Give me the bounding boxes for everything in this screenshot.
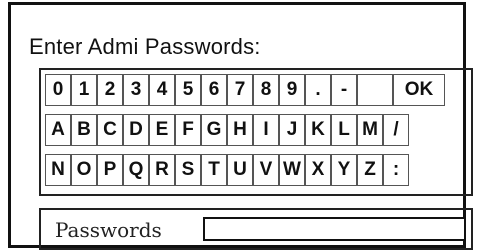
key-n[interactable]: N	[45, 154, 71, 186]
key-4[interactable]: 4	[149, 74, 175, 106]
password-row: Passwords	[39, 208, 473, 250]
key-blank	[357, 74, 393, 106]
key-j[interactable]: J	[279, 114, 305, 146]
key-x[interactable]: X	[305, 154, 331, 186]
key-f[interactable]: F	[175, 114, 201, 146]
key-2[interactable]: 2	[97, 74, 123, 106]
ok-button[interactable]: OK	[393, 74, 445, 106]
key-c[interactable]: C	[97, 114, 123, 146]
key-m[interactable]: M	[357, 114, 383, 146]
key-e[interactable]: E	[149, 114, 175, 146]
key-u[interactable]: U	[227, 154, 253, 186]
key-5[interactable]: 5	[175, 74, 201, 106]
key-dot[interactable]: .	[305, 74, 331, 106]
key-8[interactable]: 8	[253, 74, 279, 106]
key-i[interactable]: I	[253, 114, 279, 146]
key-h[interactable]: H	[227, 114, 253, 146]
key-g[interactable]: G	[201, 114, 227, 146]
key-z[interactable]: Z	[357, 154, 383, 186]
key-p[interactable]: P	[97, 154, 123, 186]
key-k[interactable]: K	[305, 114, 331, 146]
key-l[interactable]: L	[331, 114, 357, 146]
key-v[interactable]: V	[253, 154, 279, 186]
key-colon[interactable]: :	[383, 154, 409, 186]
key-d[interactable]: D	[123, 114, 149, 146]
key-0[interactable]: 0	[45, 74, 71, 106]
key-y[interactable]: Y	[331, 154, 357, 186]
password-dialog: Enter Admi Passwords: 0 1 2 3 4 5 6 7 8 …	[8, 2, 473, 250]
keypad: 0 1 2 3 4 5 6 7 8 9 . - OK A B C D E F G…	[39, 68, 473, 196]
password-label: Passwords	[55, 218, 162, 242]
key-slash[interactable]: /	[383, 114, 409, 146]
key-a[interactable]: A	[45, 114, 71, 146]
key-9[interactable]: 9	[279, 74, 305, 106]
key-6[interactable]: 6	[201, 74, 227, 106]
key-o[interactable]: O	[71, 154, 97, 186]
key-dash[interactable]: -	[331, 74, 357, 106]
password-input[interactable]	[203, 217, 466, 241]
key-q[interactable]: Q	[123, 154, 149, 186]
key-t[interactable]: T	[201, 154, 227, 186]
dialog-title: Enter Admi Passwords:	[29, 34, 261, 59]
key-b[interactable]: B	[71, 114, 97, 146]
key-r[interactable]: R	[149, 154, 175, 186]
key-7[interactable]: 7	[227, 74, 253, 106]
key-3[interactable]: 3	[123, 74, 149, 106]
key-1[interactable]: 1	[71, 74, 97, 106]
key-s[interactable]: S	[175, 154, 201, 186]
key-w[interactable]: W	[279, 154, 305, 186]
